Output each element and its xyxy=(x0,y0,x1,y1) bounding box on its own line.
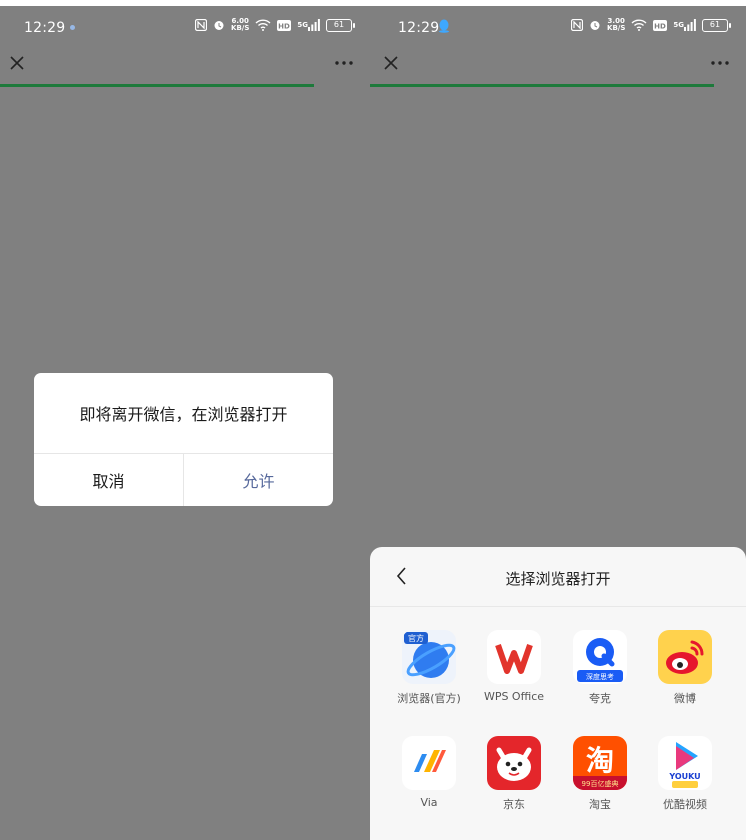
taobao-icon: 淘 99百亿盛典 xyxy=(573,736,627,790)
nfc-icon xyxy=(195,18,208,32)
cancel-button[interactable]: 取消 xyxy=(34,454,184,506)
net-speed-unit: KB/S xyxy=(231,24,250,32)
notification-dot-icon xyxy=(70,25,75,30)
app-weibo[interactable]: 微博 xyxy=(643,630,727,706)
close-icon[interactable] xyxy=(380,52,402,74)
more-icon[interactable] xyxy=(708,52,732,74)
webview-navbar xyxy=(0,46,370,82)
hd-icon: HD xyxy=(277,18,292,32)
app-label: Via xyxy=(420,796,438,809)
status-time: 12:29 xyxy=(398,20,440,36)
page-load-progress xyxy=(0,84,314,87)
webview-navbar xyxy=(370,46,746,82)
app-label: 优酷视频 xyxy=(663,798,707,811)
sheet-header: 选择浏览器打开 xyxy=(370,547,746,607)
taobao-badge: 99百亿盛典 xyxy=(582,779,619,788)
wifi-icon xyxy=(631,18,647,32)
quark-icon: 深度思考 xyxy=(573,630,627,684)
official-badge: 官方 xyxy=(408,633,424,643)
close-icon[interactable] xyxy=(6,52,28,74)
net-speed-unit: KB/S xyxy=(607,24,626,32)
status-bar: 12:29 3.00 KB/S HD 5G 61 xyxy=(370,6,746,46)
app-label: 浏览器(官方) xyxy=(397,692,461,705)
app-jd[interactable]: 京东 xyxy=(472,736,556,812)
status-time: 12:29 xyxy=(24,20,66,36)
app-youku[interactable]: YOUKU 优酷视频 xyxy=(643,736,727,812)
system-icons: 6.00 KB/S HD 5G 61 xyxy=(195,18,355,32)
wps-icon xyxy=(487,630,541,684)
hd-icon: HD xyxy=(653,18,668,32)
nfc-icon xyxy=(571,18,584,32)
qq-notification-icon xyxy=(439,19,449,33)
app-label: 夸克 xyxy=(589,692,611,705)
dialog-buttons: 取消 允许 xyxy=(34,454,333,506)
hd-label: HD xyxy=(655,22,667,30)
page-load-progress xyxy=(370,84,714,87)
leave-wechat-dialog: 即将离开微信，在浏览器打开 取消 允许 xyxy=(34,373,333,506)
planet-browser-icon: 官方 xyxy=(402,630,456,684)
hd-label: HD xyxy=(279,22,291,30)
signal-label: 5G xyxy=(297,21,308,29)
youku-logo-text: YOUKU xyxy=(668,772,700,781)
alarm-icon xyxy=(213,18,225,32)
app-browser-official[interactable]: 官方 浏览器(官方) xyxy=(387,630,471,706)
taobao-glyph: 淘 xyxy=(586,744,614,777)
app-taobao[interactable]: 淘 99百亿盛典 淘宝 xyxy=(558,736,642,812)
sheet-title: 选择浏览器打开 xyxy=(505,570,611,588)
more-icon[interactable] xyxy=(332,52,356,74)
browser-chooser-sheet: 选择浏览器打开 官方 浏览器(官方) WPS Office 深度思考 夸克 微博… xyxy=(370,547,746,840)
app-wps-office[interactable]: WPS Office xyxy=(472,630,556,703)
app-label: WPS Office xyxy=(483,690,545,703)
jd-icon xyxy=(487,736,541,790)
app-label: 淘宝 xyxy=(589,798,611,811)
weibo-icon xyxy=(658,630,712,684)
signal-icon: 5G xyxy=(673,18,696,32)
battery-icon: 61 xyxy=(326,18,355,32)
phone-screen-right: 12:29 3.00 KB/S HD 5G 61 选择浏览器打开 官方 浏览器(… xyxy=(370,6,746,840)
allow-button[interactable]: 允许 xyxy=(184,454,333,506)
dialog-message: 即将离开微信，在浏览器打开 xyxy=(34,373,333,454)
app-via[interactable]: Via xyxy=(387,736,471,809)
app-label: 京东 xyxy=(503,798,525,811)
alarm-icon xyxy=(589,18,601,32)
signal-label: 5G xyxy=(673,21,684,29)
net-speed: 3.00 KB/S xyxy=(607,18,625,32)
youku-icon: YOUKU xyxy=(658,736,712,790)
system-icons: 3.00 KB/S HD 5G 61 xyxy=(571,18,731,32)
via-icon xyxy=(402,736,456,790)
deep-think-badge: 深度思考 xyxy=(586,672,614,681)
net-speed: 6.00 KB/S xyxy=(231,18,249,32)
status-bar: 12:29 6.00 KB/S HD 5G 61 xyxy=(0,6,370,46)
signal-icon: 5G xyxy=(297,18,320,32)
app-label: 微博 xyxy=(674,692,696,705)
wifi-icon xyxy=(255,18,271,32)
battery-icon: 61 xyxy=(702,18,731,32)
phone-screen-left: 12:29 6.00 KB/S HD 5G 61 即将离开微信，在浏览器打开 取… xyxy=(0,6,370,840)
app-quark[interactable]: 深度思考 夸克 xyxy=(558,630,642,706)
